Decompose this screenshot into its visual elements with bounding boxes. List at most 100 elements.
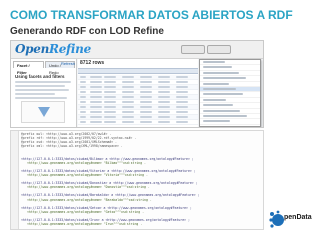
table-cell <box>80 111 86 113</box>
turtle-code: @prefix owl: <http://www.w3.org/2002/07/… <box>21 132 263 226</box>
table-cell <box>158 101 170 103</box>
row-count: 8712 rows <box>80 60 105 66</box>
brand-name: penData <box>284 214 312 221</box>
export-button[interactable] <box>181 45 205 54</box>
table-cell <box>90 81 102 83</box>
menu-item-label <box>203 114 247 117</box>
table-cell <box>90 86 102 88</box>
table-cell <box>122 106 134 108</box>
table-cell <box>80 121 86 123</box>
table-cell <box>140 121 152 123</box>
table-cell <box>176 91 188 93</box>
table-cell <box>122 121 134 123</box>
table-cell <box>140 86 152 88</box>
table-cell <box>158 111 170 113</box>
menu-item-label <box>203 61 225 63</box>
table-cell <box>176 86 188 88</box>
table-cell <box>80 116 86 118</box>
table-cell <box>176 96 188 98</box>
table-cell <box>158 81 170 83</box>
table-cell <box>80 76 86 78</box>
column-context-menu <box>199 59 261 127</box>
table-cell <box>158 106 170 108</box>
table-cell <box>140 116 152 118</box>
table-cell <box>122 76 134 78</box>
lod-refine-screenshot: OpenRefine Facet / Filter Undo / Redo Re… <box>10 40 264 128</box>
table-cell <box>122 86 134 88</box>
table-cell <box>140 111 152 113</box>
app-header: OpenRefine <box>11 41 263 59</box>
table-cell <box>122 116 134 118</box>
table-cell <box>176 81 188 83</box>
turtle-output: @prefix owl: <http://www.w3.org/2002/07/… <box>10 130 264 230</box>
menu-item-label <box>203 71 239 74</box>
table-cell <box>90 76 102 78</box>
table-cell <box>122 96 134 98</box>
app-logo: OpenRefine <box>15 42 91 56</box>
table-cell <box>104 76 116 78</box>
slide-subtitle: Generando RDF con LOD Refine <box>10 26 164 37</box>
menu-item-label <box>203 93 243 96</box>
table-cell <box>104 81 116 83</box>
table-cell <box>158 91 170 93</box>
table-cell <box>90 96 102 98</box>
table-cell <box>104 86 116 88</box>
table-cell <box>158 86 170 88</box>
menu-item-label <box>203 66 232 69</box>
grid-header[interactable] <box>78 68 198 74</box>
table-cell <box>80 106 86 108</box>
table-cell <box>122 111 134 113</box>
line-gutter <box>11 131 19 229</box>
table-cell <box>104 121 116 123</box>
table-cell <box>176 76 188 78</box>
table-cell <box>90 111 102 113</box>
table-cell <box>90 106 102 108</box>
slide-title: COMO TRANSFORMAR DATOS ABIERTOS A RDF <box>10 8 293 22</box>
funnel-icon <box>38 107 50 117</box>
table-cell <box>140 96 152 98</box>
table-cell <box>90 101 102 103</box>
table-cell <box>104 116 116 118</box>
table-cell <box>158 121 170 123</box>
table-cell <box>140 76 152 78</box>
table-cell <box>104 111 116 113</box>
table-cell <box>104 96 116 98</box>
table-cell <box>176 111 188 113</box>
table-cell <box>140 101 152 103</box>
table-cell <box>104 101 116 103</box>
table-cell <box>158 116 170 118</box>
table-cell <box>176 106 188 108</box>
table-cell <box>90 116 102 118</box>
menu-item-label <box>203 82 229 85</box>
table-cell <box>122 101 134 103</box>
facet-illustration <box>21 101 65 123</box>
code-line: <http://www.geonames.org/ontology#name> … <box>27 222 143 227</box>
rdf-button[interactable] <box>207 45 231 54</box>
refresh-link[interactable]: Refresh <box>61 61 75 66</box>
facet-help-text <box>15 81 73 101</box>
menu-item-label <box>203 98 226 101</box>
table-cell <box>176 116 188 118</box>
menu-item-label <box>203 104 233 107</box>
table-cell <box>122 81 134 83</box>
table-cell <box>80 81 86 83</box>
facet-panel: Facet / Filter Undo / Redo Refresh Using… <box>11 59 77 127</box>
menu-item-label <box>203 120 230 123</box>
table-cell <box>140 81 152 83</box>
data-grid: 8712 rows <box>78 59 198 127</box>
table-cell <box>80 86 86 88</box>
table-cell <box>90 91 102 93</box>
menu-item-label <box>203 77 246 80</box>
grid-rows <box>78 75 198 125</box>
table-row[interactable] <box>78 120 198 125</box>
facet-help-title: Using facets and filters <box>15 74 65 79</box>
table-cell <box>90 121 102 123</box>
menu-item[interactable] <box>200 119 260 125</box>
table-cell <box>122 91 134 93</box>
menu-item-label <box>203 109 240 112</box>
table-cell <box>80 96 86 98</box>
table-cell <box>140 91 152 93</box>
table-cell <box>80 91 86 93</box>
tab-facet-filter[interactable]: Facet / Filter <box>13 61 45 75</box>
table-cell <box>104 106 116 108</box>
